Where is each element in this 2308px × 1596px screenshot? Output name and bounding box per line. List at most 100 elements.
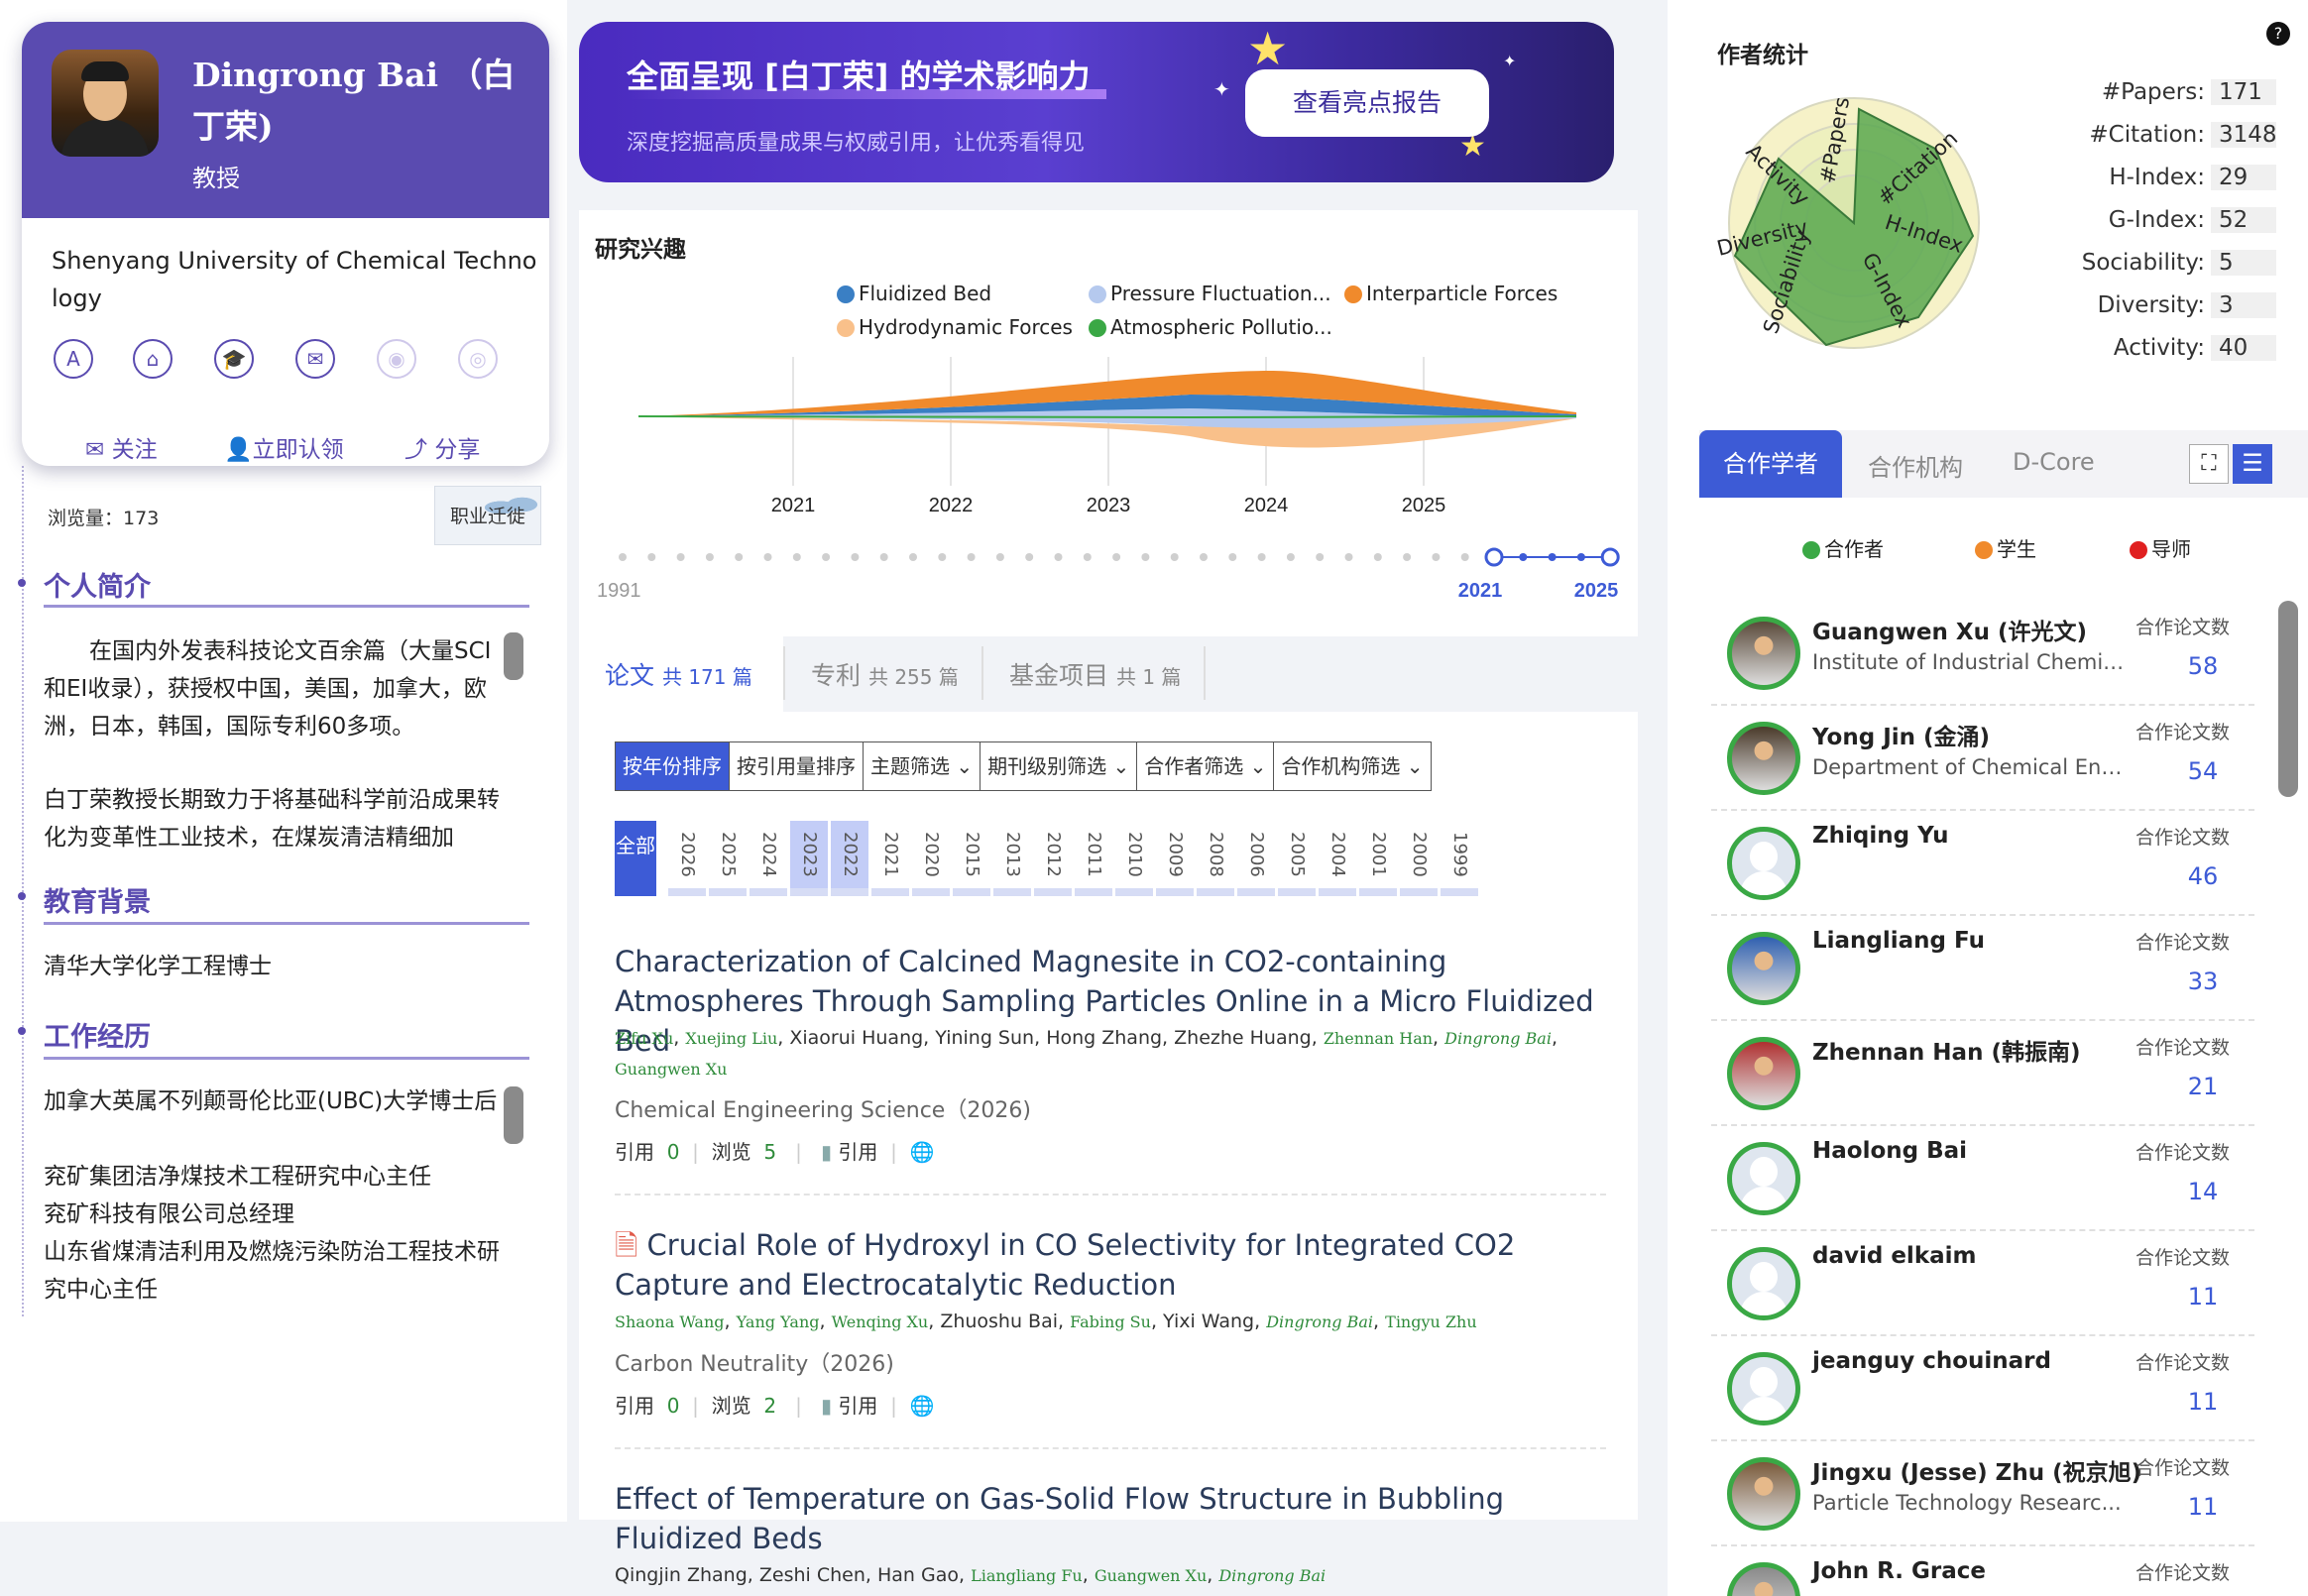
year-filter-item[interactable]: 2015: [953, 821, 990, 896]
author-link[interactable]: Guangwen Xu: [615, 1060, 727, 1079]
author-link[interactable]: Yixi Wang: [1163, 1311, 1254, 1332]
coauthor-name[interactable]: jeanguy chouinard: [1812, 1348, 2051, 1374]
tab-coauthors[interactable]: 合作学者: [1699, 430, 1842, 498]
coauthor-name[interactable]: Guangwen Xu (许光文): [1812, 613, 2087, 646]
tab-institutions[interactable]: 合作机构: [1868, 448, 1963, 483]
email-icon[interactable]: ✉: [295, 339, 335, 379]
year-filter-item[interactable]: 2023: [790, 821, 828, 896]
coauthor-item[interactable]: Zhennan Han (韩振南) 合作论文数 21: [1711, 1021, 2254, 1126]
legend-advisor[interactable]: 导师: [2130, 533, 2191, 562]
globe-icon[interactable]: 🌐: [910, 1394, 935, 1418]
quote-button[interactable]: ▮ 引用: [821, 1140, 877, 1164]
timeline-handle[interactable]: [1484, 547, 1504, 567]
author-link[interactable]: Dingrong Bai: [1266, 1312, 1373, 1331]
coauthor-item[interactable]: John R. Grace 合作论文数: [1711, 1546, 2254, 1596]
coauthor-item[interactable]: Haolong Bai 合作论文数 14: [1711, 1126, 2254, 1231]
year-filter-item[interactable]: 2011: [1075, 821, 1112, 896]
author-link[interactable]: Shaona Wang: [615, 1312, 725, 1331]
author-link[interactable]: Zhennan Han: [1324, 1029, 1433, 1048]
coauthor-item[interactable]: Yong Jin (金涌) Department of Chemical Eng.…: [1711, 706, 2254, 811]
author-link[interactable]: Xuejing Liu: [685, 1029, 777, 1048]
coauthor-name[interactable]: Zhiqing Yu: [1812, 823, 1948, 849]
claim-button[interactable]: 👤立即认领: [224, 430, 344, 464]
coauthor-avatar[interactable]: [1727, 932, 1800, 1005]
author-link[interactable]: Zhuoshu Bai: [940, 1311, 1058, 1332]
quote-button[interactable]: ▮ 引用: [821, 1394, 877, 1418]
graph-view-icon[interactable]: ⛶: [2189, 444, 2229, 484]
timeline-handle[interactable]: [1600, 547, 1620, 567]
author-link[interactable]: Qingjin Zhang: [615, 1564, 748, 1586]
year-filter-item[interactable]: 2020: [912, 821, 950, 896]
affiliation[interactable]: Shenyang University of Chemical Technolo…: [52, 242, 537, 317]
radar-chart[interactable]: #Papers #Citation H-Index G-Index Sociab…: [1705, 89, 2003, 357]
author-link[interactable]: Tingyu Zhu: [1385, 1312, 1477, 1331]
coauthor-avatar[interactable]: [1727, 1142, 1800, 1215]
author-link[interactable]: Dingrong Bai: [1218, 1566, 1326, 1585]
year-filter-item[interactable]: 2006: [1237, 821, 1275, 896]
timeline-slider[interactable]: [619, 547, 1620, 567]
tab-funding[interactable]: 基金项目 共 1 篇: [1009, 656, 1181, 692]
coauthor-avatar[interactable]: [1727, 1037, 1800, 1110]
legend-item[interactable]: Atmospheric Pollutio...: [1089, 315, 1332, 339]
year-filter-item[interactable]: 2000: [1400, 821, 1438, 896]
author-link[interactable]: Liangliang Fu: [971, 1566, 1083, 1585]
weibo-icon[interactable]: ◎: [458, 339, 498, 379]
legend-item[interactable]: Fluidized Bed: [837, 282, 991, 305]
follow-button[interactable]: ✉ 关注: [85, 430, 158, 464]
coauthor-item[interactable]: Zhiqing Yu 合作论文数 46: [1711, 811, 2254, 916]
tab-patents[interactable]: 专利 共 255 篇: [811, 656, 959, 692]
sort-by-year-button[interactable]: 按年份排序: [616, 742, 730, 790]
coauthor-name[interactable]: Liangliang Fu: [1812, 928, 1985, 954]
year-filter-item[interactable]: 2021: [871, 821, 909, 896]
year-filter-item[interactable]: 2022: [831, 821, 868, 896]
coauthor-name[interactable]: Zhennan Han (韩振南): [1812, 1033, 2080, 1067]
author-link[interactable]: Wenqing Xu: [832, 1312, 929, 1331]
coauthor-item[interactable]: Jingxu (Jesse) Zhu (祝京旭) Particle Technol…: [1711, 1441, 2254, 1546]
year-filter-item[interactable]: 2010: [1115, 821, 1153, 896]
coauthor-name[interactable]: Haolong Bai: [1812, 1138, 1967, 1164]
graduation-cap-icon[interactable]: 🎓: [214, 339, 254, 379]
coauthor-avatar[interactable]: [1727, 617, 1800, 690]
year-filter-item[interactable]: 2008: [1197, 821, 1234, 896]
paper-title[interactable]: 🗎 Crucial Role of Hydroxyl in CO Selecti…: [615, 1225, 1606, 1305]
journal-level-filter-dropdown[interactable]: 期刊级别筛选 ⌄: [981, 742, 1138, 790]
institution-filter-dropdown[interactable]: 合作机构筛选 ⌄: [1274, 742, 1430, 790]
author-link[interactable]: Zhezhe Huang: [1174, 1027, 1312, 1049]
share-button[interactable]: ⤴ 分享: [404, 430, 480, 464]
coauthor-avatar[interactable]: [1727, 1457, 1800, 1531]
coauthor-item[interactable]: Guangwen Xu (许光文) Institute of Industrial…: [1711, 601, 2254, 706]
author-link[interactable]: Dingrong Bai: [1444, 1029, 1552, 1048]
year-filter-item[interactable]: 2026: [668, 821, 706, 896]
aminer-icon[interactable]: A: [54, 339, 93, 379]
help-icon[interactable]: ?: [2266, 22, 2290, 46]
tab-papers[interactable]: 论文 共 171 篇: [605, 656, 752, 692]
tab-dcore[interactable]: D-Core: [2013, 448, 2095, 476]
coauthor-item[interactable]: jeanguy chouinard 合作论文数 11: [1711, 1336, 2254, 1441]
year-filter-item[interactable]: 2024: [750, 821, 787, 896]
coauthor-avatar[interactable]: [1727, 1352, 1800, 1425]
sort-by-citation-button[interactable]: 按引用量排序: [730, 742, 864, 790]
year-filter-item[interactable]: 2012: [1034, 821, 1072, 896]
list-view-icon[interactable]: ☰: [2233, 444, 2272, 484]
author-link[interactable]: Zifu Xu: [615, 1029, 673, 1048]
year-filter-item[interactable]: 2004: [1319, 821, 1356, 896]
coauthor-avatar[interactable]: [1727, 1562, 1800, 1596]
year-filter-item[interactable]: 2025: [709, 821, 747, 896]
intro-scrollbar[interactable]: [504, 632, 523, 680]
author-link[interactable]: Han Gao: [877, 1564, 959, 1586]
view-report-button[interactable]: 查看亮点报告: [1245, 69, 1489, 137]
year-filter-item[interactable]: 2001: [1359, 821, 1397, 896]
author-link[interactable]: Guangwen Xu: [1095, 1566, 1207, 1585]
year-filter-item[interactable]: 2005: [1278, 821, 1316, 896]
author-link[interactable]: Yang Yang: [737, 1312, 820, 1331]
work-scrollbar[interactable]: [504, 1086, 523, 1144]
career-migration-button[interactable]: 职业迁徙: [434, 486, 541, 545]
year-filter-item[interactable]: 1999: [1441, 821, 1478, 896]
coauthor-filter-dropdown[interactable]: 合作者筛选 ⌄: [1137, 742, 1275, 790]
author-link[interactable]: Zeshi Chen: [759, 1564, 866, 1586]
coauthor-name[interactable]: Jingxu (Jesse) Zhu (祝京旭): [1812, 1453, 2141, 1487]
legend-item[interactable]: Hydrodynamic Forces: [837, 315, 1073, 339]
coauthor-avatar[interactable]: [1727, 722, 1800, 795]
coauthor-avatar[interactable]: [1727, 827, 1800, 900]
legend-student[interactable]: 学生: [1975, 533, 2036, 562]
